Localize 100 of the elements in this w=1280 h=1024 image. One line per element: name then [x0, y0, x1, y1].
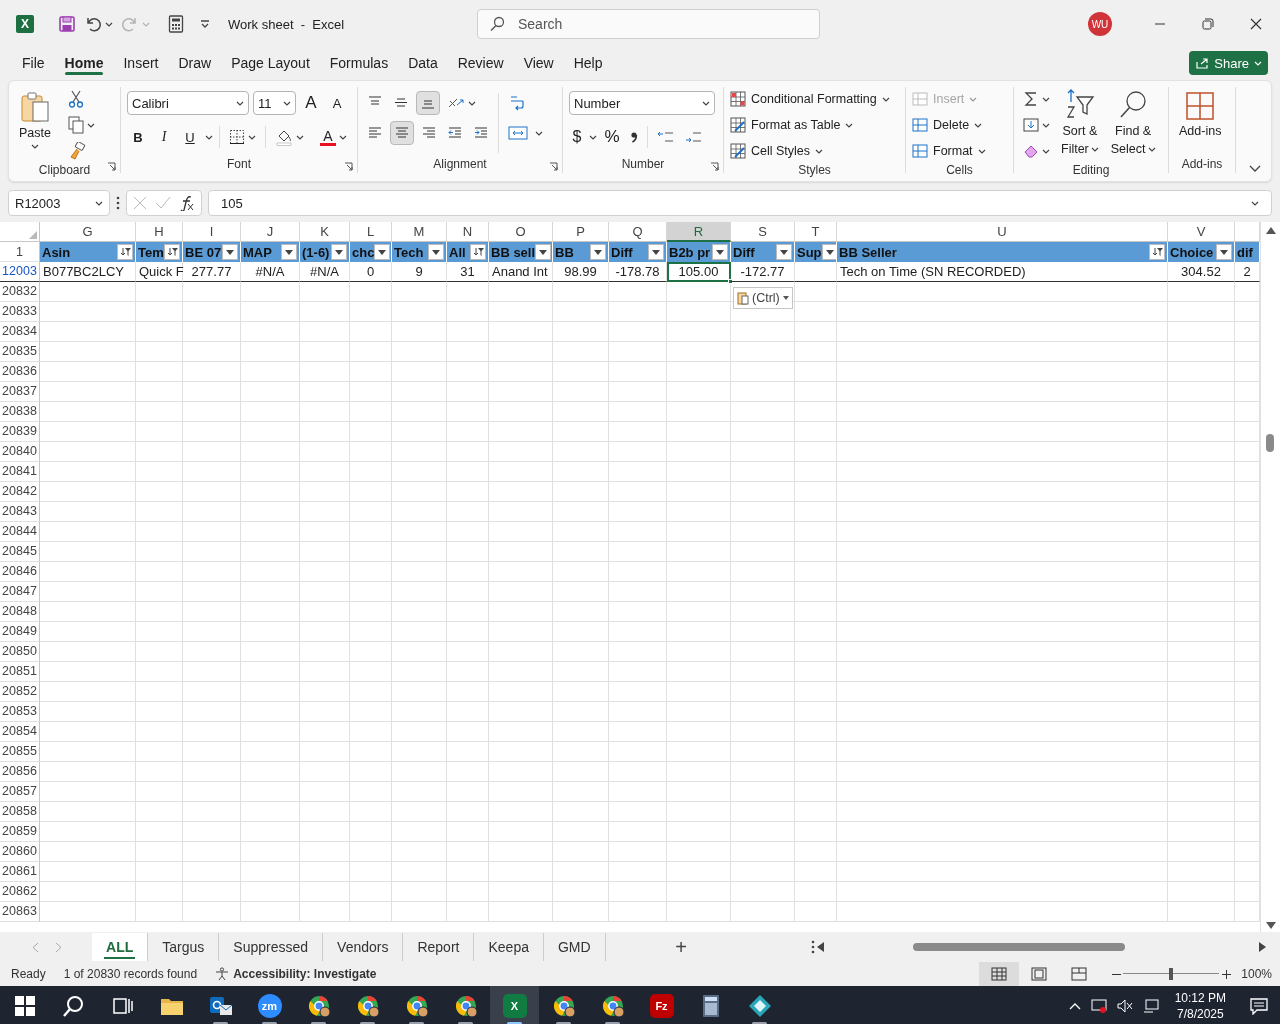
formula-field[interactable]: 105 [208, 190, 1272, 216]
collapse-ribbon-button[interactable] [1249, 165, 1261, 173]
filter-button[interactable] [821, 244, 836, 260]
row-number[interactable]: 20832 [0, 282, 40, 302]
ribbon-tab[interactable]: View [513, 48, 564, 78]
cell-grid[interactable] [40, 282, 1260, 922]
row-number[interactable]: 20858 [0, 802, 40, 822]
row-number[interactable]: 20863 [0, 902, 40, 922]
add-sheet-button[interactable]: + [667, 935, 695, 959]
row-number[interactable]: 20842 [0, 482, 40, 502]
italic-button[interactable]: I [153, 125, 175, 149]
scrollbar-thumb[interactable] [912, 943, 1125, 951]
taskbar-button[interactable]: X [490, 986, 539, 1024]
column-header[interactable]: T [795, 222, 837, 242]
row-number[interactable]: 20836 [0, 362, 40, 382]
normal-view-button[interactable] [979, 962, 1020, 986]
row-number[interactable]: 20848 [0, 602, 40, 622]
more-options-button[interactable] [116, 196, 120, 210]
row-number[interactable]: 12003 [0, 262, 40, 282]
column-header[interactable]: K [300, 222, 350, 242]
filter-button[interactable] [428, 244, 444, 260]
selected-cell[interactable]: 105.00 [667, 262, 731, 282]
filter-button[interactable] [281, 244, 297, 260]
row-number[interactable]: 20850 [0, 642, 40, 662]
row-number[interactable]: 20857 [0, 782, 40, 802]
font-size-dropdown[interactable]: 11 [253, 91, 296, 115]
filter-button[interactable] [1149, 244, 1165, 260]
share-button[interactable]: Share [1189, 51, 1268, 75]
column-header[interactable]: N [447, 222, 489, 242]
column-header[interactable]: S [731, 222, 795, 242]
column-header[interactable]: Q [609, 222, 667, 242]
align-center-button[interactable] [390, 121, 414, 145]
bold-button[interactable]: B [127, 125, 149, 149]
row-number[interactable]: 20840 [0, 442, 40, 462]
row-number[interactable]: 20841 [0, 462, 40, 482]
column-header[interactable]: O [489, 222, 553, 242]
row-number[interactable]: 20854 [0, 722, 40, 742]
paste-button[interactable]: Paste [15, 87, 55, 163]
currency-format-button[interactable]: $ [569, 125, 585, 149]
column-header[interactable]: H [136, 222, 183, 242]
underline-button[interactable]: U [179, 125, 201, 149]
ribbon-tab[interactable]: Help [563, 48, 613, 78]
zoom-slider-thumb[interactable] [1169, 968, 1174, 980]
sheet-tab[interactable]: GMD [543, 933, 606, 961]
styles-menu-button[interactable]: Format as Table [730, 113, 899, 137]
filter-button[interactable] [331, 244, 347, 260]
row-number[interactable]: 20852 [0, 682, 40, 702]
row-number[interactable]: 20845 [0, 542, 40, 562]
row-number[interactable]: 20847 [0, 582, 40, 602]
sheet-tab[interactable]: ALL [92, 933, 149, 961]
percent-style-button[interactable]: % [601, 125, 623, 149]
sheet-tab[interactable]: Vendors [323, 933, 404, 961]
row-number[interactable]: 20835 [0, 342, 40, 362]
font-name-dropdown[interactable]: Calibri [127, 91, 249, 115]
row-number[interactable]: 20862 [0, 882, 40, 902]
display-button[interactable] [1142, 998, 1159, 1014]
row-number[interactable]: 20851 [0, 662, 40, 682]
row-number[interactable]: 20838 [0, 402, 40, 422]
filter-button[interactable] [712, 244, 728, 260]
number-format-dropdown[interactable]: Number [569, 91, 715, 115]
column-header[interactable]: R [667, 222, 731, 242]
sheet-tab[interactable]: Suppressed [219, 933, 324, 961]
column-header[interactable]: J [241, 222, 300, 242]
row-number[interactable]: 20839 [0, 422, 40, 442]
row-number[interactable]: 1 [0, 242, 40, 262]
filter-button[interactable] [470, 244, 486, 260]
sheet-tab[interactable]: Report [403, 933, 475, 961]
row-number[interactable]: 20860 [0, 842, 40, 862]
ribbon-tab[interactable]: Insert [113, 48, 169, 78]
column-header[interactable]: P [553, 222, 609, 242]
volume-button[interactable] [1116, 998, 1133, 1014]
ribbon-tab[interactable]: Review [447, 48, 514, 78]
accessibility-button[interactable]: Accessibility: Investigate [215, 967, 377, 981]
notifications-button[interactable] [1250, 997, 1268, 1015]
row-number[interactable]: 20853 [0, 702, 40, 722]
filter-button[interactable] [164, 244, 180, 260]
ribbon-tab[interactable]: Formulas [319, 48, 399, 78]
column-header[interactable]: U [837, 222, 1168, 242]
styles-menu-button[interactable]: Conditional Formatting [730, 87, 899, 111]
network-button[interactable] [1090, 998, 1107, 1014]
ribbon-tab[interactable]: Home [54, 48, 114, 78]
row-number[interactable]: 20833 [0, 302, 40, 322]
ribbon-tab[interactable]: Page Layout [221, 48, 320, 78]
filter-button[interactable] [1216, 244, 1232, 260]
ribbon-tab[interactable]: Draw [168, 48, 222, 78]
filter-button[interactable] [117, 244, 133, 260]
sheet-tab[interactable]: Keepa [474, 933, 544, 961]
column-header[interactable]: L [350, 222, 392, 242]
filter-button[interactable] [776, 244, 792, 260]
cells-menu-button[interactable]: Format [912, 139, 1007, 163]
scrollbar-thumb[interactable] [1266, 434, 1274, 452]
find-select-button[interactable]: Find & Select [1106, 87, 1160, 163]
column-header[interactable]: V [1168, 222, 1235, 242]
filter-button[interactable] [374, 244, 391, 260]
column-header[interactable]: M [392, 222, 447, 242]
row-number[interactable]: 20859 [0, 822, 40, 842]
filter-button[interactable] [535, 244, 552, 260]
user-avatar[interactable]: WU [1088, 12, 1112, 36]
row-number[interactable]: 20861 [0, 862, 40, 882]
row-number[interactable]: 20856 [0, 762, 40, 782]
